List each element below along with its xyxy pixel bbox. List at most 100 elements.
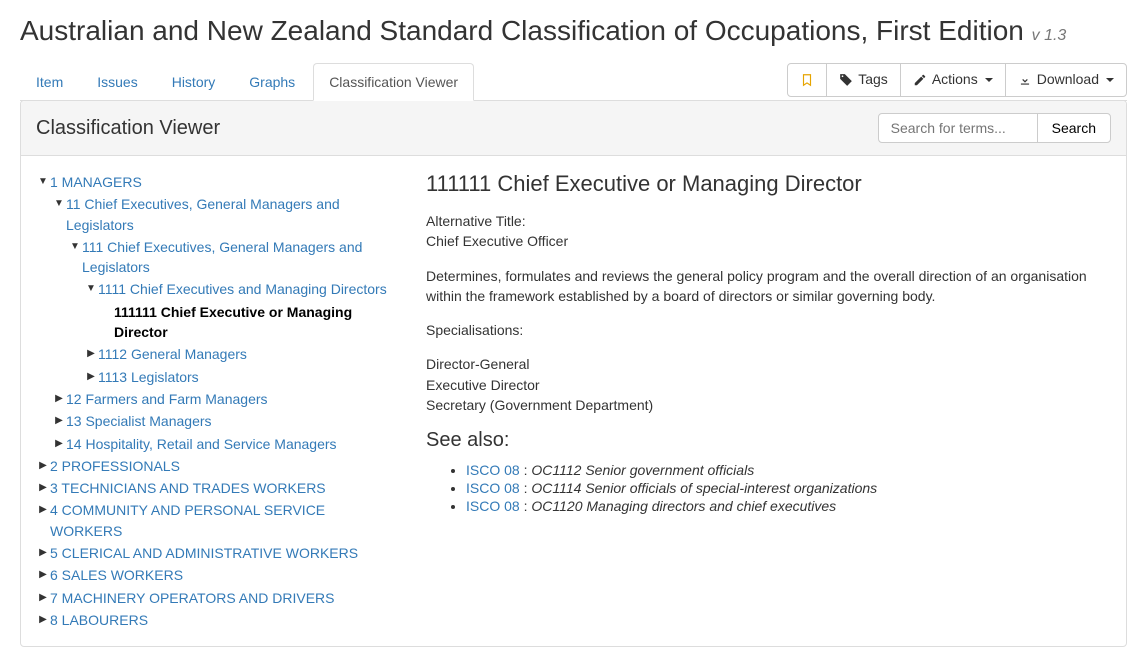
bookmark-button[interactable] xyxy=(787,63,827,97)
caret-down-icon xyxy=(985,78,993,82)
tree-label[interactable]: 1113 Legislators xyxy=(98,367,199,387)
nav-tabs: ItemIssuesHistoryGraphsClassification Vi… xyxy=(20,63,476,101)
arrow-right-icon[interactable]: ▶ xyxy=(36,500,50,518)
arrow-right-icon[interactable]: ▶ xyxy=(84,367,98,385)
alt-title-label: Alternative Title: xyxy=(426,211,1111,231)
arrow-right-icon[interactable]: ▶ xyxy=(36,456,50,474)
actions-button[interactable]: Actions xyxy=(900,63,1006,97)
arrow-down-icon[interactable]: ▼ xyxy=(36,172,50,190)
tree-node[interactable]: ▶4 COMMUNITY AND PERSONAL SERVICE WORKER… xyxy=(36,499,396,542)
tree-label[interactable]: 1112 General Managers xyxy=(98,344,247,364)
tree-node[interactable]: ▶5 CLERICAL AND ADMINISTRATIVE WORKERS xyxy=(36,542,396,564)
topbar: ItemIssuesHistoryGraphsClassification Vi… xyxy=(20,63,1127,101)
tree-node[interactable]: ▼111 Chief Executives, General Managers … xyxy=(68,236,396,279)
tab-label: Classification Viewer xyxy=(313,63,474,101)
tree-label[interactable]: 1111 Chief Executives and Managing Direc… xyxy=(98,279,387,299)
alt-title-value: Chief Executive Officer xyxy=(426,231,1111,251)
tree-label[interactable]: 13 Specialist Managers xyxy=(66,411,212,431)
see-also-text: OC1112 Senior government officials xyxy=(531,462,754,478)
search-input[interactable] xyxy=(878,113,1038,143)
tree-label[interactable]: 8 LABOURERS xyxy=(50,610,148,630)
see-also-list: ISCO 08 : OC1112 Senior government offic… xyxy=(426,462,1111,514)
arrow-right-icon[interactable]: ▶ xyxy=(52,434,66,452)
specialisation-item: Executive Director xyxy=(426,375,1111,395)
see-also-text: OC1120 Managing directors and chief exec… xyxy=(531,498,836,514)
classification-viewer-panel: Classification Viewer Search ▼1 MANAGERS… xyxy=(20,100,1127,647)
arrow-right-icon[interactable]: ▶ xyxy=(52,411,66,429)
arrow-right-icon[interactable]: ▶ xyxy=(36,610,50,628)
tree-node[interactable]: ▶3 TECHNICIANS AND TRADES WORKERS xyxy=(36,477,396,499)
tab-history[interactable]: History xyxy=(156,63,232,101)
tree-label[interactable]: 3 TECHNICIANS AND TRADES WORKERS xyxy=(50,478,326,498)
tree-label[interactable]: 5 CLERICAL AND ADMINISTRATIVE WORKERS xyxy=(50,543,358,563)
see-also-heading: See also: xyxy=(426,429,1111,452)
tree-label[interactable]: 11 Chief Executives, General Managers an… xyxy=(66,194,396,235)
detail-title: 111111 Chief Executive or Managing Direc… xyxy=(426,171,1111,197)
tree-node[interactable]: ▶6 SALES WORKERS xyxy=(36,564,396,586)
arrow-down-icon[interactable]: ▼ xyxy=(84,279,98,297)
caret-down-icon xyxy=(1106,78,1114,82)
search-group: Search xyxy=(878,113,1111,143)
tree-label[interactable]: 6 SALES WORKERS xyxy=(50,565,183,585)
see-also-link[interactable]: ISCO 08 xyxy=(466,480,520,496)
tab-label: Issues xyxy=(81,63,153,101)
tree-node[interactable]: ▶1112 General Managers xyxy=(84,343,396,365)
tab-issues[interactable]: Issues xyxy=(81,63,153,101)
see-also-item: ISCO 08 : OC1114 Senior officials of spe… xyxy=(466,480,1111,496)
tree-label[interactable]: 14 Hospitality, Retail and Service Manag… xyxy=(66,434,337,454)
bookmark-icon xyxy=(800,73,814,87)
tags-button[interactable]: Tags xyxy=(826,63,901,97)
arrow-right-icon[interactable]: ▶ xyxy=(52,389,66,407)
classification-tree: ▼1 MANAGERS▼11 Chief Executives, General… xyxy=(36,171,396,631)
detail-description: Determines, formulates and reviews the g… xyxy=(426,266,1111,307)
arrow-right-icon[interactable]: ▶ xyxy=(36,588,50,606)
tree-node[interactable]: ▶13 Specialist Managers xyxy=(52,410,396,432)
tree-label[interactable]: 7 MACHINERY OPERATORS AND DRIVERS xyxy=(50,588,334,608)
arrow-right-icon[interactable]: ▶ xyxy=(36,478,50,496)
tree-node[interactable]: ▶8 LABOURERS xyxy=(36,609,396,631)
tree-node[interactable]: ▼11 Chief Executives, General Managers a… xyxy=(52,193,396,236)
arrow-right-icon[interactable]: ▶ xyxy=(84,344,98,362)
tab-classification-viewer[interactable]: Classification Viewer xyxy=(313,63,474,101)
tab-graphs[interactable]: Graphs xyxy=(233,63,311,101)
see-also-link[interactable]: ISCO 08 xyxy=(466,498,520,514)
tree-node[interactable]: ▶7 MACHINERY OPERATORS AND DRIVERS xyxy=(36,587,396,609)
tree-label[interactable]: 12 Farmers and Farm Managers xyxy=(66,389,268,409)
specialisations-list: Director-GeneralExecutive DirectorSecret… xyxy=(426,354,1111,415)
arrow-right-icon[interactable]: ▶ xyxy=(36,565,50,583)
tree-label[interactable]: 4 COMMUNITY AND PERSONAL SERVICE WORKERS xyxy=(50,500,396,541)
tree-node[interactable]: ▼1 MANAGERS xyxy=(36,171,396,193)
arrow-down-icon[interactable]: ▼ xyxy=(68,237,82,255)
tree-node[interactable]: ▼1111 Chief Executives and Managing Dire… xyxy=(84,278,396,300)
tree-node[interactable]: 111111 Chief Executive or Managing Direc… xyxy=(100,301,396,344)
download-label: Download xyxy=(1037,70,1099,90)
specialisation-item: Secretary (Government Department) xyxy=(426,395,1111,415)
actions-label: Actions xyxy=(932,70,978,90)
see-also-item: ISCO 08 : OC1112 Senior government offic… xyxy=(466,462,1111,478)
see-also-link[interactable]: ISCO 08 xyxy=(466,462,520,478)
detail-pane: 111111 Chief Executive or Managing Direc… xyxy=(426,171,1111,631)
tags-label: Tags xyxy=(858,70,888,90)
arrow-right-icon[interactable]: ▶ xyxy=(36,543,50,561)
search-button[interactable]: Search xyxy=(1037,113,1111,143)
tree-node[interactable]: ▶1113 Legislators xyxy=(84,366,396,388)
tags-icon xyxy=(839,73,853,87)
version-label: v 1.3 xyxy=(1032,27,1067,44)
specialisations-label: Specialisations: xyxy=(426,320,1111,340)
panel-title: Classification Viewer xyxy=(36,117,220,140)
action-toolbar: Tags Actions Download xyxy=(787,63,1127,97)
tree-node[interactable]: ▶2 PROFESSIONALS xyxy=(36,455,396,477)
tab-label: History xyxy=(156,63,232,101)
alt-title-block: Alternative Title: Chief Executive Offic… xyxy=(426,211,1111,252)
tree-label[interactable]: 111 Chief Executives, General Managers a… xyxy=(82,237,396,278)
tree-label: 111111 Chief Executive or Managing Direc… xyxy=(114,302,396,343)
arrow-down-icon[interactable]: ▼ xyxy=(52,194,66,212)
tree-label[interactable]: 2 PROFESSIONALS xyxy=(50,456,180,476)
download-button[interactable]: Download xyxy=(1005,63,1127,97)
tree-node[interactable]: ▶12 Farmers and Farm Managers xyxy=(52,388,396,410)
title-text: Australian and New Zealand Standard Clas… xyxy=(20,15,1024,46)
tree-node[interactable]: ▶14 Hospitality, Retail and Service Mana… xyxy=(52,433,396,455)
tree-label[interactable]: 1 MANAGERS xyxy=(50,172,142,192)
tab-item[interactable]: Item xyxy=(20,63,79,101)
pencil-icon xyxy=(913,73,927,87)
